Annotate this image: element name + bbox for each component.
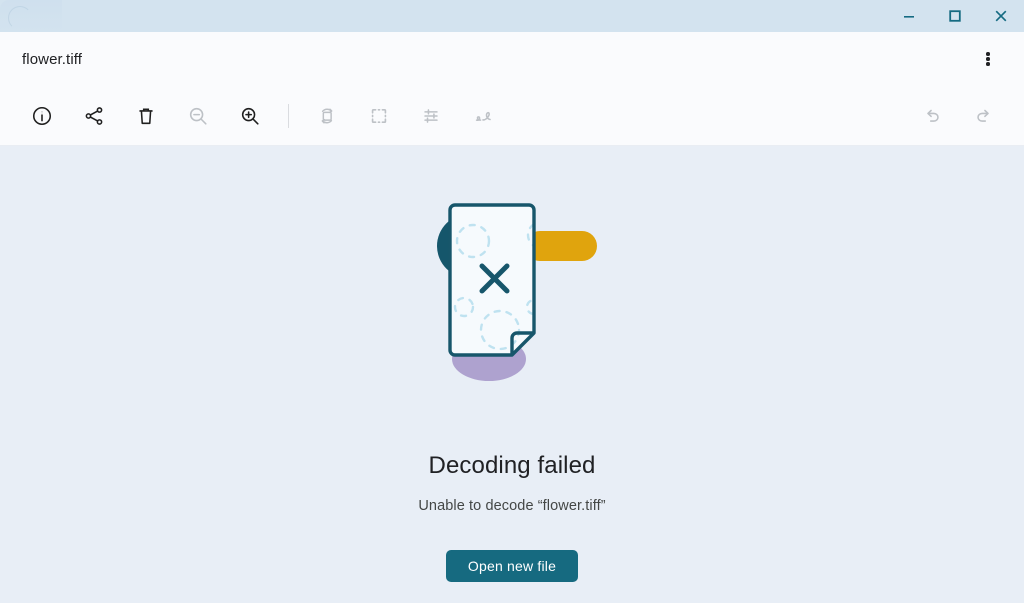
zoom-in-button[interactable] [230, 96, 270, 136]
open-new-file-button[interactable]: Open new file [445, 550, 579, 582]
app-header: flower.tiff [0, 32, 1024, 86]
undo-icon [927, 109, 939, 122]
close-icon [995, 10, 1007, 22]
image-viewer-window: flower.tiff Decoding failed Unable to de… [0, 0, 1024, 603]
more-options-button[interactable] [968, 39, 1008, 79]
redo-icon [977, 109, 989, 122]
toolbar-history-group [906, 96, 1010, 136]
toolbar-edit-group [301, 96, 509, 136]
error-title: Decoding failed [428, 452, 596, 479]
minimize-icon [904, 16, 914, 18]
toolbar-divider [288, 103, 289, 128]
rotate-icon [321, 107, 333, 124]
minimize-button[interactable] [886, 0, 932, 32]
illustration-graphic [437, 203, 597, 381]
decoding-failed-illustration [407, 199, 617, 394]
image-toolbar [0, 86, 1024, 146]
undo-button[interactable] [912, 96, 952, 136]
amber-pill-shape [525, 231, 597, 261]
rotate-button[interactable] [307, 96, 347, 136]
delete-icon [139, 107, 153, 124]
window-tab-strip [0, 0, 62, 32]
delete-button[interactable] [126, 96, 166, 136]
crop-button[interactable] [359, 96, 399, 136]
window-titlebar [0, 0, 1024, 32]
zoom-out-button[interactable] [178, 96, 218, 136]
file-name-label: flower.tiff [22, 50, 83, 68]
zoom-out-icon [189, 107, 207, 125]
maximize-icon [949, 10, 961, 22]
info-button[interactable] [22, 96, 62, 136]
crop-icon [371, 108, 387, 123]
annotate-button[interactable] [463, 96, 503, 136]
adjust-button[interactable] [411, 96, 451, 136]
viewer-content-area: Decoding failed Unable to decode “flower… [0, 146, 1024, 603]
annotate-icon [475, 111, 491, 121]
share-button[interactable] [74, 96, 114, 136]
adjust-icon [424, 108, 438, 123]
share-icon [85, 106, 103, 125]
error-subtitle: Unable to decode “flower.tiff” [418, 498, 606, 514]
close-button[interactable] [978, 0, 1024, 32]
maximize-button[interactable] [932, 0, 978, 32]
window-controls [886, 0, 1024, 32]
more-vert-icon [986, 51, 990, 68]
redo-button[interactable] [964, 96, 1004, 136]
zoom-in-icon [241, 107, 259, 125]
info-icon [32, 106, 52, 125]
toolbar-file-group [16, 96, 276, 136]
